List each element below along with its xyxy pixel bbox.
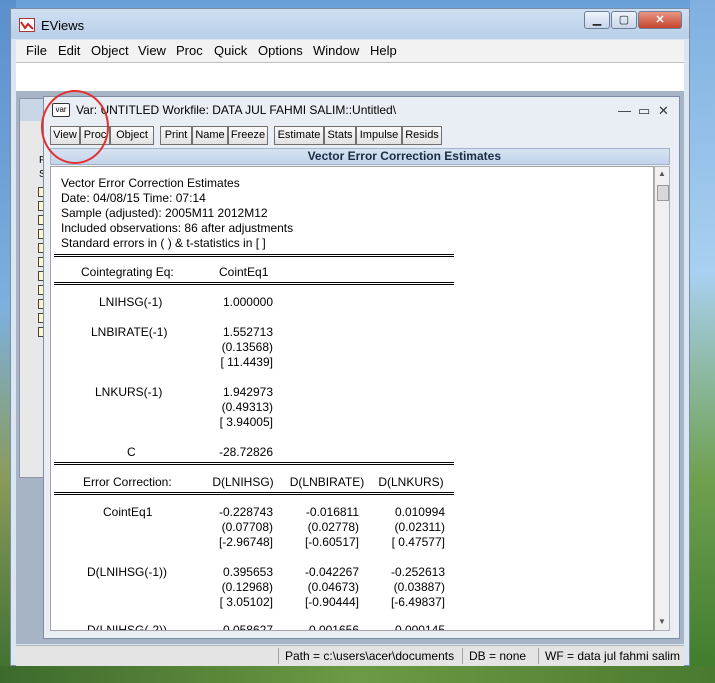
- coint-value: -28.72826: [218, 445, 273, 459]
- toolbar-estimate-button[interactable]: Estimate: [274, 126, 324, 145]
- toolbar-proc-button[interactable]: Proc: [80, 126, 110, 145]
- ec-row-name: D(LNIHSG(-2)): [87, 623, 167, 631]
- menu-file[interactable]: File: [26, 43, 47, 58]
- ec-stderr: (0.03887): [393, 580, 445, 594]
- ec-value: -0.042267: [304, 565, 359, 579]
- ec-value: -0.228743: [218, 505, 273, 519]
- toolbar-view-button[interactable]: View: [50, 126, 80, 145]
- menu-edit[interactable]: Edit: [58, 43, 80, 58]
- output-heading: Vector Error Correction Estimates: [50, 148, 670, 165]
- table-rule: [54, 492, 454, 495]
- coint-row-name: LNBIRATE(-1): [91, 325, 168, 339]
- ec-stderr: (0.02311): [394, 520, 445, 534]
- status-bar: Path = c:\users\acer\documents DB = none…: [16, 645, 684, 666]
- ec-row-name: CointEq1: [103, 505, 153, 519]
- ec-tstat: [ 0.47577]: [391, 535, 445, 549]
- ec-stderr: (0.12968): [221, 580, 273, 594]
- child-close-icon[interactable]: ✕: [658, 103, 669, 119]
- table-rule: [54, 254, 454, 257]
- coint-tstat: [ 11.4439]: [220, 355, 274, 369]
- ec-stderr: (0.04673): [307, 580, 359, 594]
- output-header-line: Date: 04/08/15 Time: 07:14: [61, 191, 206, 205]
- coint-value: 1.552713: [222, 325, 273, 339]
- output-header-line: Vector Error Correction Estimates: [61, 176, 240, 190]
- var-object-icon: var: [52, 103, 70, 117]
- scroll-thumb[interactable]: [657, 185, 669, 201]
- coint-stderr: (0.13568): [221, 340, 273, 354]
- toolbar-stats-button[interactable]: Stats: [324, 126, 356, 145]
- ec-value: -0.000145: [390, 623, 445, 631]
- app-title: EViews: [41, 18, 85, 33]
- output-header-line: Sample (adjusted): 2005M11 2012M12: [61, 206, 268, 220]
- ec-tstat: [-0.60517]: [304, 535, 359, 549]
- menu-object[interactable]: Object: [91, 43, 129, 58]
- menu-quick[interactable]: Quick: [214, 43, 247, 58]
- toolbar-freeze-button[interactable]: Freeze: [228, 126, 268, 145]
- app-titlebar: EViews ▁ ▢ ✕: [11, 9, 689, 39]
- ec-header-col: D(LNIHSG): [212, 475, 274, 489]
- ec-tstat: [-0.90444]: [304, 595, 359, 609]
- coint-value: 1.000000: [222, 295, 273, 309]
- close-button[interactable]: ✕: [638, 11, 682, 29]
- table-rule: [54, 282, 454, 285]
- child-maximize-icon[interactable]: ▭: [638, 103, 650, 119]
- ec-tstat: [ 3.05102]: [219, 595, 273, 609]
- ec-value: -0.252613: [390, 565, 445, 579]
- coint-stderr: (0.49313): [221, 400, 273, 414]
- menu-view[interactable]: View: [138, 43, 166, 58]
- ec-value: 0.010994: [394, 505, 445, 519]
- table-rule: [54, 462, 454, 465]
- toolbar-print-button[interactable]: Print: [160, 126, 192, 145]
- desktop-background-bottom: [0, 666, 715, 683]
- output-header-line: Standard errors in ( ) & t-statistics in…: [61, 236, 266, 250]
- ec-value: 0.001656: [308, 623, 359, 631]
- coint-row-name: LNKURS(-1): [95, 385, 163, 399]
- ec-header-col: D(LNKURS): [378, 475, 444, 489]
- vertical-scrollbar[interactable]: ▲ ▼: [654, 166, 670, 631]
- coint-tstat: [ 3.94005]: [219, 415, 273, 429]
- output-header-line: Included observations: 86 after adjustme…: [61, 221, 294, 235]
- var-window-title: Var: UNTITLED Workfile: DATA JUL FAHMI S…: [76, 103, 397, 117]
- menubar: File Edit Object View Proc Quick Options…: [16, 40, 684, 62]
- command-window[interactable]: [16, 62, 684, 92]
- status-wf: WF = data jul fahmi salim: [538, 648, 685, 664]
- toolbar-object-button[interactable]: Object: [110, 126, 154, 145]
- coint-header-label: Cointegrating Eq:: [81, 265, 174, 279]
- coint-value: 1.942973: [222, 385, 273, 399]
- status-path: Path = c:\users\acer\documents: [278, 648, 457, 664]
- toolbar-name-button[interactable]: Name: [192, 126, 228, 145]
- ec-tstat: [-2.96748]: [218, 535, 273, 549]
- toolbar-impulse-button[interactable]: Impulse: [356, 126, 402, 145]
- scroll-up-icon[interactable]: ▲: [658, 169, 666, 178]
- ec-value: 0.058627: [222, 623, 273, 631]
- coint-row-name: C: [127, 445, 136, 459]
- output-pane[interactable]: Vector Error Correction Estimates Date: …: [50, 166, 654, 631]
- object-toolbar: View Proc Object Print Name Freeze Estim…: [50, 126, 670, 146]
- desktop-background-right: [690, 0, 715, 683]
- ec-header-col: D(LNBIRATE): [289, 475, 365, 489]
- ec-header-label: Error Correction:: [83, 475, 172, 489]
- ec-value: -0.016811: [305, 505, 359, 519]
- ec-row-name: D(LNIHSG(-1)): [87, 565, 167, 579]
- var-object-window: var Var: UNTITLED Workfile: DATA JUL FAH…: [43, 96, 680, 639]
- maximize-button[interactable]: ▢: [611, 11, 637, 29]
- minimize-button[interactable]: ▁: [584, 11, 610, 29]
- coint-header-col: CointEq1: [219, 265, 269, 279]
- ec-stderr: (0.02778): [307, 520, 359, 534]
- toolbar-resids-button[interactable]: Resids: [402, 126, 442, 145]
- scroll-down-icon[interactable]: ▼: [658, 617, 666, 626]
- ec-value: 0.395653: [222, 565, 273, 579]
- coint-row-name: LNIHSG(-1): [99, 295, 163, 309]
- ec-tstat: [-6.49837]: [390, 595, 445, 609]
- child-minimize-icon[interactable]: —: [618, 103, 631, 118]
- eviews-logo-icon: [19, 18, 35, 32]
- menu-proc[interactable]: Proc: [176, 43, 203, 58]
- ec-stderr: (0.07708): [221, 520, 273, 534]
- menu-options[interactable]: Options: [258, 43, 303, 58]
- menu-help[interactable]: Help: [370, 43, 397, 58]
- menu-window[interactable]: Window: [313, 43, 359, 58]
- status-db: DB = none: [462, 648, 537, 664]
